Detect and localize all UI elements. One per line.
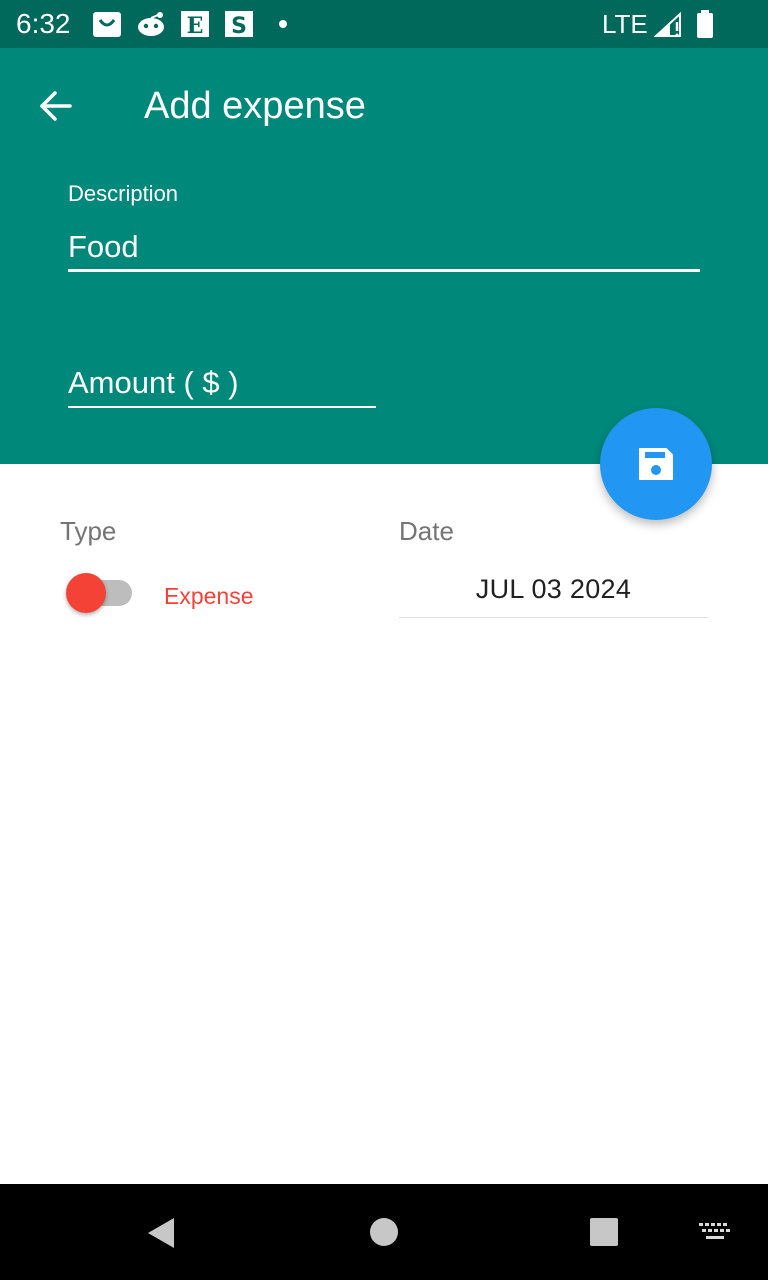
reddit-icon [138,12,164,36]
app-header: Add expense Description [0,48,768,464]
type-value: Expense [164,583,254,609]
back-button[interactable] [28,82,84,130]
signal-icon [654,12,681,37]
keyboard-icon[interactable] [698,1221,732,1243]
save-icon [639,448,673,480]
shopping-bag-icon [93,12,121,37]
type-label: Type [60,516,117,546]
back-triangle-icon[interactable] [146,1216,176,1250]
network-type: LTE [602,9,648,39]
date-field[interactable]: JUL 03 2024 [399,568,708,618]
date-label: Date [399,516,454,546]
description-label: Description [68,181,179,206]
recents-square-icon[interactable] [589,1217,619,1247]
description-field[interactable] [68,224,700,272]
home-circle-icon[interactable] [369,1217,399,1247]
status-time: 6:32 [16,8,71,39]
amount-field[interactable] [68,360,376,408]
navigation-bar [0,1184,768,1280]
page-title: Add expense [144,85,366,127]
s-app-icon: S [225,11,253,38]
battery-icon [697,10,713,38]
svg-text:E: E [187,13,204,38]
toggle-thumb [66,573,106,613]
svg-text:S: S [231,14,247,38]
date-value: JUL 03 2024 [475,574,632,604]
status-bar: 6:32 E S LTE [0,0,768,48]
arrow-back-icon [40,91,72,121]
type-toggle[interactable] [66,572,134,614]
etsy-icon: E [181,11,209,38]
save-button[interactable] [600,408,712,520]
more-dot-icon [279,20,287,28]
add-expense-screen: 6:32 E S LTE Add expense Description Foo… [0,0,768,1280]
